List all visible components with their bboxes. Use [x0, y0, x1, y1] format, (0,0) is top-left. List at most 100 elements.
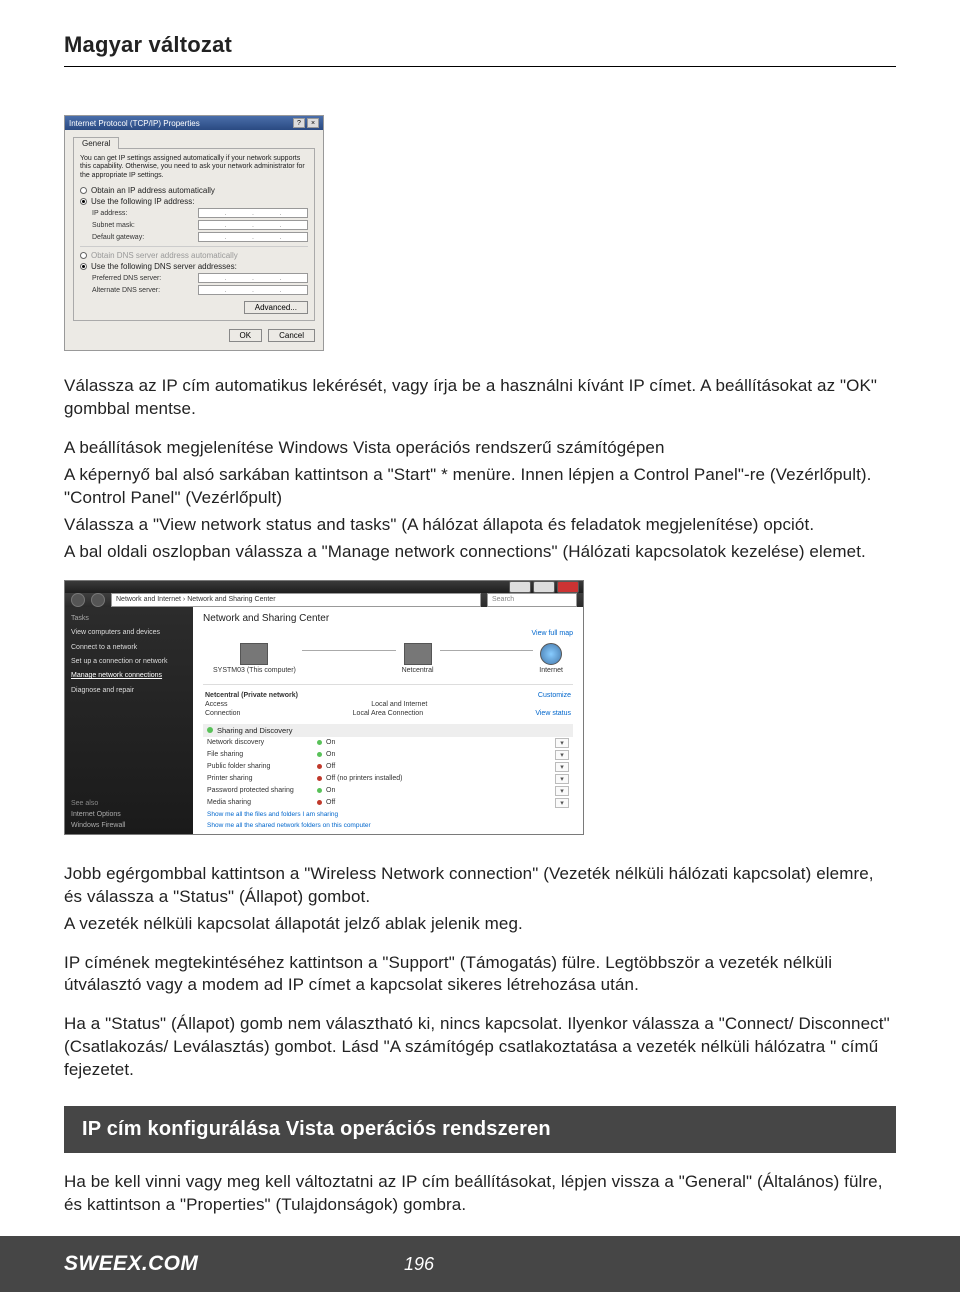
chevron-down-icon[interactable]: ▾: [555, 786, 569, 796]
row-value: On: [326, 739, 555, 746]
vista-toolbar: Network and Internet › Network and Shari…: [65, 593, 583, 607]
status-dot-icon: [317, 776, 322, 781]
sidebar-item-setup-connection[interactable]: Set up a connection or network: [71, 658, 187, 666]
network-map: SYSTM03 (This computer) Netcentral Inter…: [203, 639, 573, 685]
nav-forward-icon[interactable]: [91, 593, 105, 607]
radio-label: Use the following IP address:: [91, 197, 194, 206]
sidebar-item-manage-connections[interactable]: Manage network connections: [71, 672, 187, 680]
sidebar-item-diagnose-repair[interactable]: Diagnose and repair: [71, 687, 187, 695]
chevron-down-icon[interactable]: ▾: [555, 774, 569, 784]
cancel-button[interactable]: Cancel: [268, 329, 315, 342]
map-node-pc: SYSTM03 (This computer): [213, 643, 296, 674]
radio-use-following-dns[interactable]: Use the following DNS server addresses:: [80, 262, 308, 271]
sidebar-item-connect-network[interactable]: Connect to a network: [71, 644, 187, 652]
paragraph-4: IP címének megtekintéséhez kattintson a …: [64, 952, 896, 998]
connection-label: Connection: [205, 710, 240, 717]
map-node-network-label: Netcentral: [402, 667, 434, 674]
map-node-internet-label: Internet: [539, 667, 563, 674]
chevron-down-icon[interactable]: ▾: [555, 798, 569, 808]
ip-address-input[interactable]: ...: [198, 208, 308, 218]
sidebar-item-internet-options[interactable]: Internet Options: [71, 811, 187, 818]
map-node-network: Netcentral: [402, 643, 434, 674]
radio-obtain-ip-auto[interactable]: Obtain an IP address automatically: [80, 186, 308, 195]
alternate-dns-label: Alternate DNS server:: [92, 287, 160, 294]
sidebar-seealso-header: See also: [71, 800, 187, 807]
radio-label: Obtain DNS server address automatically: [91, 251, 238, 260]
dialog-title: Internet Protocol (TCP/IP) Properties: [69, 119, 200, 128]
breadcrumb-text: Network and Internet › Network and Shari…: [116, 596, 276, 603]
ip-properties-dialog: Internet Protocol (TCP/IP) Properties ? …: [64, 115, 324, 351]
radio-obtain-dns-auto[interactable]: Obtain DNS server address automatically: [80, 251, 308, 260]
row-media-sharing: Media sharing Off ▾: [203, 797, 573, 809]
row-label: Public folder sharing: [207, 763, 317, 770]
status-dot-icon: [317, 788, 322, 793]
paragraph-3b: A vezeték nélküli kapcsolat állapotát je…: [64, 913, 896, 936]
ip-address-label: IP address:: [92, 210, 127, 217]
network-name-label: Netcentral (Private network): [205, 692, 298, 699]
view-full-map-link[interactable]: View full map: [531, 630, 573, 637]
subnet-mask-label: Subnet mask:: [92, 222, 135, 229]
connection-value: Local Area Connection: [353, 710, 423, 717]
minimize-icon[interactable]: [509, 581, 531, 593]
section-heading-ip-config-vista: IP cím konfigurálása Vista operációs ren…: [64, 1106, 896, 1153]
footer-link-2[interactable]: Show me all the shared network folders o…: [203, 820, 573, 831]
footer-link-1[interactable]: Show me all the files and folders I am s…: [203, 809, 573, 820]
vista-titlebar: [65, 581, 583, 593]
vista-sidebar: Tasks View computers and devices Connect…: [65, 607, 193, 835]
footer-page-number: 196: [360, 1254, 434, 1274]
breadcrumb[interactable]: Network and Internet › Network and Shari…: [111, 593, 481, 607]
status-dot-icon: [317, 752, 322, 757]
access-value: Local and Internet: [371, 701, 427, 708]
row-file-sharing: File sharing On ▾: [203, 749, 573, 761]
paragraph-6: Ha be kell vinni vagy meg kell változtat…: [64, 1171, 896, 1217]
ok-button[interactable]: OK: [229, 329, 263, 342]
row-value: Off: [326, 799, 555, 806]
header-rule: [64, 66, 896, 67]
customize-link[interactable]: Customize: [538, 692, 571, 699]
advanced-button[interactable]: Advanced...: [244, 301, 308, 314]
row-label: Media sharing: [207, 799, 317, 806]
page-header-title: Magyar változat: [64, 32, 896, 58]
chevron-down-icon[interactable]: ▾: [555, 762, 569, 772]
close-icon[interactable]: [557, 581, 579, 593]
row-label: Printer sharing: [207, 775, 317, 782]
access-label: Access: [205, 701, 228, 708]
help-icon[interactable]: ?: [293, 118, 305, 128]
chevron-down-icon[interactable]: ▾: [555, 738, 569, 748]
network-center-title: Network and Sharing Center: [203, 613, 573, 624]
alternate-dns-input[interactable]: ...: [198, 285, 308, 295]
sidebar-item-windows-firewall[interactable]: Windows Firewall: [71, 822, 187, 829]
sidebar-item-view-computers[interactable]: View computers and devices: [71, 629, 187, 637]
close-icon[interactable]: ×: [307, 118, 319, 128]
network-icon: [404, 643, 432, 665]
sidebar-tasks-header: Tasks: [71, 615, 187, 623]
search-input[interactable]: Search: [487, 593, 577, 607]
radio-icon: [80, 263, 87, 270]
preferred-dns-input[interactable]: ...: [198, 273, 308, 283]
paragraph-2d: A bal oldali oszlopban válassza a "Manag…: [64, 541, 896, 564]
row-value: On: [326, 751, 555, 758]
paragraph-2b: A képernyő bal alsó sarkában kattintson …: [64, 464, 896, 510]
row-value: On: [326, 787, 555, 794]
default-gateway-input[interactable]: ...: [198, 232, 308, 242]
status-dot-icon: [317, 740, 322, 745]
tab-general[interactable]: General: [73, 137, 119, 149]
nav-back-icon[interactable]: [71, 593, 85, 607]
chevron-down-icon[interactable]: ▾: [555, 750, 569, 760]
radio-label: Use the following DNS server addresses:: [91, 262, 237, 271]
subnet-mask-input[interactable]: ...: [198, 220, 308, 230]
row-value: Off (no printers installed): [326, 775, 555, 782]
default-gateway-label: Default gateway:: [92, 234, 144, 241]
row-label: Network discovery: [207, 739, 317, 746]
view-status-link[interactable]: View status: [535, 710, 571, 717]
maximize-icon[interactable]: [533, 581, 555, 593]
radio-use-following-ip[interactable]: Use the following IP address:: [80, 197, 308, 206]
radio-icon: [80, 187, 87, 194]
sharing-header-label: Sharing and Discovery: [217, 726, 292, 735]
map-node-internet: Internet: [539, 643, 563, 674]
row-public-folder-sharing: Public folder sharing Off ▾: [203, 761, 573, 773]
radio-icon: [80, 252, 87, 259]
dialog-titlebar: Internet Protocol (TCP/IP) Properties ? …: [65, 116, 323, 130]
map-node-pc-label: SYSTM03 (This computer): [213, 667, 296, 674]
page-footer: SWEEX.COM 196: [0, 1236, 960, 1292]
